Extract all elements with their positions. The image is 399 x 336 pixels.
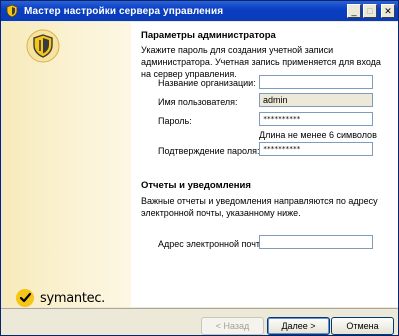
password-label: Пароль: [158,116,192,126]
left-panel: symantec. [3,22,131,307]
maximize-button[interactable]: □ [363,4,377,18]
app-shield-icon [6,4,18,18]
title-bar[interactable]: Мастер настройки сервера управления _ □ … [1,1,398,21]
password-input[interactable]: ********** [259,112,373,126]
org-label: Название организации: [158,78,256,88]
reports-description: Важные отчеты и уведомления направляются… [141,196,378,218]
org-input[interactable] [259,75,373,89]
reports-section-title: Отчеты и уведомления [141,180,251,191]
setup-wizard-window: Мастер настройки сервера управления _ □ … [0,0,399,336]
email-label: Адрес электронной почты: [158,239,270,249]
admin-section-title: Параметры администратора [141,30,276,41]
email-input[interactable] [259,235,373,249]
confirm-password-input[interactable]: ********** [259,142,373,156]
back-button[interactable]: < Назад [201,317,264,335]
content-panel: Параметры администратора Укажите пароль … [131,22,398,307]
minimize-button[interactable]: _ [347,4,361,18]
next-button[interactable]: Далее > [267,317,330,335]
confirm-password-label: Подтверждение пароля: [158,146,260,156]
button-bar: < Назад Далее > Отмена [1,308,398,335]
cancel-button[interactable]: Отмена [331,317,394,335]
symantec-logo-icon [16,289,34,307]
username-label: Имя пользователя: [158,97,238,107]
password-hint: Длина не менее 6 символов [259,130,377,140]
norton-shield-icon [26,29,60,63]
symantec-logo: symantec. [15,288,105,308]
window-title: Мастер настройки сервера управления [24,5,224,17]
title-buttons: _ □ ✕ [347,4,395,18]
username-input[interactable]: admin [259,93,373,107]
close-button[interactable]: ✕ [381,4,395,18]
brand-name: symantec. [40,290,106,306]
